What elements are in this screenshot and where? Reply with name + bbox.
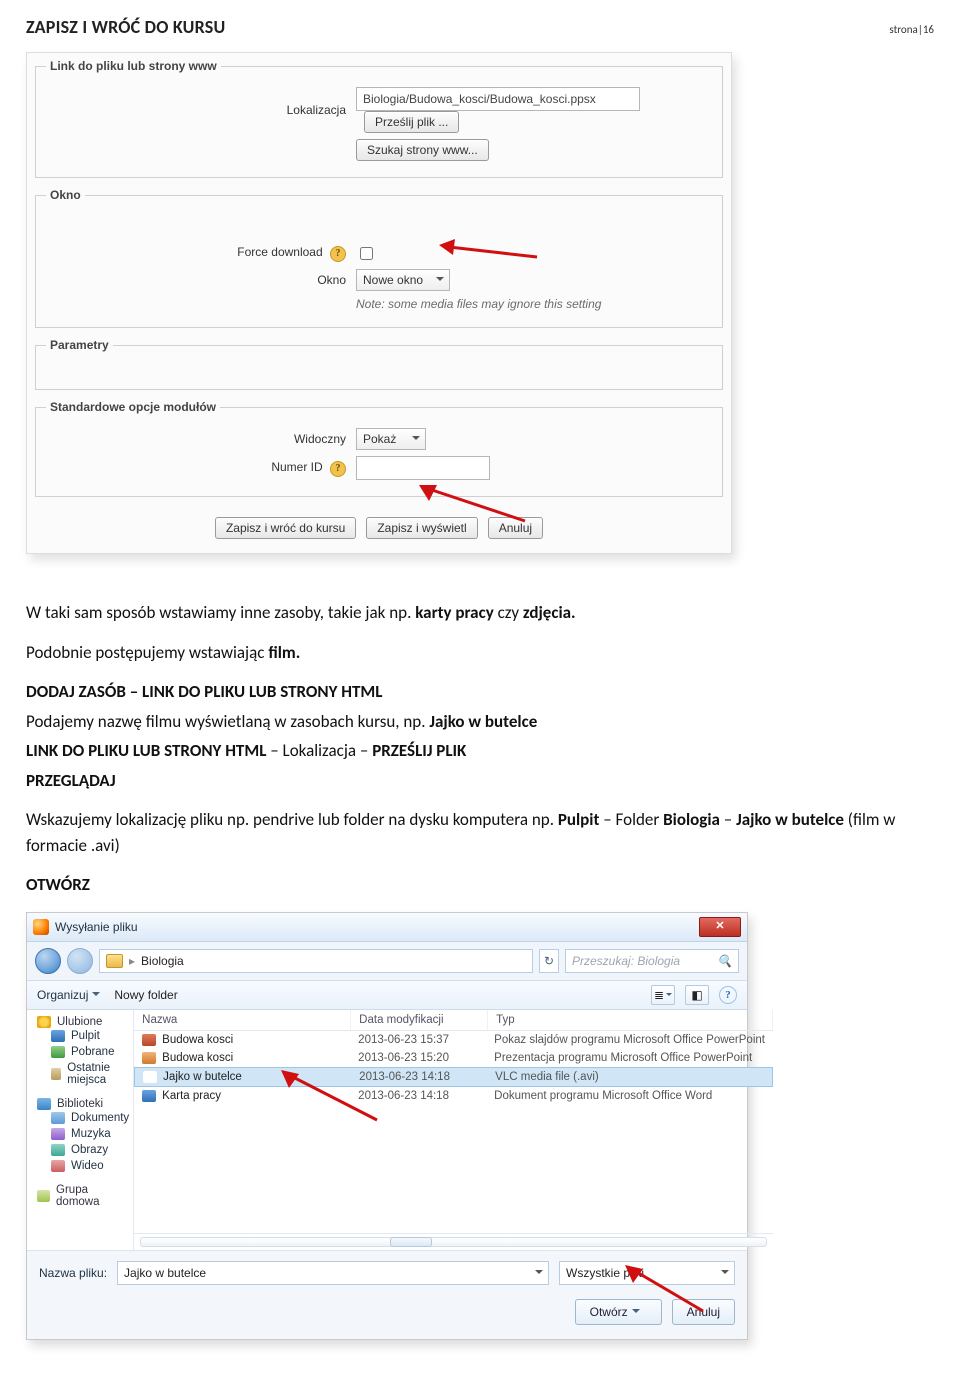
documents-icon	[51, 1112, 65, 1124]
location-input[interactable]	[356, 87, 640, 111]
new-folder-button[interactable]: Nowy folder	[114, 988, 177, 1002]
dialog-cancel-button[interactable]: Anuluj	[672, 1299, 735, 1325]
section-window: Okno Force download ? Okno Nowe okno Not…	[35, 188, 723, 328]
filename-combo[interactable]: Jajko w butelce	[117, 1261, 549, 1285]
sidebar-item-downloads[interactable]: Pobrane	[37, 1044, 129, 1060]
file-list: Nazwa Data modyfikacji Typ Budowa kosci2…	[134, 1010, 773, 1250]
page-title: ZAPISZ I WRÓĆ DO KURSU	[26, 16, 225, 38]
sidebar-item-images[interactable]: Obrazy	[37, 1142, 129, 1158]
search-icon: 🔍	[717, 954, 732, 968]
file-row[interactable]: Budowa kosci2013-06-23 15:37Pokaz slajdó…	[134, 1031, 773, 1049]
moodle-form-screenshot: Link do pliku lub strony www Lokalizacja…	[26, 52, 732, 554]
sidebar-item-video[interactable]: Wideo	[37, 1158, 129, 1174]
file-row[interactable]: Budowa kosci2013-06-23 15:20Prezentacja …	[134, 1049, 773, 1067]
sidebar-item-music[interactable]: Muzyka	[37, 1126, 129, 1142]
idnumber-input[interactable]	[356, 456, 490, 480]
upload-file-button[interactable]: Prześlij plik ...	[364, 111, 459, 133]
section-standard-legend: Standardowe opcje modułów	[46, 400, 220, 414]
sidebar-item-desktop[interactable]: Pulpit	[37, 1028, 129, 1044]
recent-icon	[51, 1068, 61, 1080]
window-note: Note: some media files may ignore this s…	[356, 297, 712, 311]
breadcrumb-folder: Biologia	[141, 954, 184, 968]
close-button[interactable]: ✕	[699, 917, 741, 937]
filetype-filter[interactable]: Wszystkie pliki	[559, 1261, 735, 1285]
sidebar-favorites[interactable]: Ulubione	[37, 1016, 129, 1028]
search-input[interactable]: Przeszukaj: Biologia 🔍	[565, 949, 739, 973]
star-icon	[37, 1016, 51, 1028]
help-icon[interactable]: ?	[719, 986, 737, 1004]
horizontal-scrollbar[interactable]	[134, 1233, 773, 1250]
open-button[interactable]: Otwórz	[575, 1299, 662, 1325]
force-download-checkbox[interactable]	[360, 247, 373, 260]
sidebar-item-documents[interactable]: Dokumenty	[37, 1110, 129, 1126]
filename-label: Nazwa pliku:	[39, 1266, 107, 1280]
save-return-button[interactable]: Zapisz i wróć do kursu	[215, 517, 356, 539]
section-link: Link do pliku lub strony www Lokalizacja…	[35, 59, 723, 178]
file-row[interactable]: Karta pracy2013-06-23 14:18Dokument prog…	[134, 1087, 773, 1105]
file-dialog-screenshot: Wysyłanie pliku ✕ ▸ Biologia ↻ Przeszuka…	[26, 912, 748, 1340]
window-label: Okno	[46, 273, 356, 287]
folder-icon	[106, 954, 123, 968]
file-list-header[interactable]: Nazwa Data modyfikacji Typ	[134, 1010, 773, 1031]
section-standard-options: Standardowe opcje modułów Widoczny Pokaż…	[35, 400, 723, 497]
sidebar-homegroup[interactable]: Grupa domowa	[37, 1184, 129, 1208]
video-icon	[51, 1160, 65, 1172]
view-mode-button[interactable]: ≣	[651, 985, 675, 1005]
instruction-text: W taki sam sposób wstawiamy inne zasoby,…	[26, 600, 934, 898]
images-icon	[51, 1144, 65, 1156]
sidebar-item-recent[interactable]: Ostatnie miejsca	[37, 1060, 129, 1088]
organize-menu[interactable]: Organizuj	[37, 988, 100, 1002]
music-icon	[51, 1128, 65, 1140]
desktop-icon	[51, 1030, 65, 1042]
help-icon[interactable]: ?	[330, 246, 346, 262]
section-parameters-legend: Parametry	[46, 338, 113, 352]
column-type: Typ	[488, 1010, 773, 1030]
preview-pane-button[interactable]: ◧	[685, 985, 709, 1005]
idnumber-label: Numer ID	[271, 460, 322, 474]
save-display-button[interactable]: Zapisz i wyświetl	[366, 517, 477, 539]
sidebar-libraries[interactable]: Biblioteki	[37, 1098, 129, 1110]
visible-label: Widoczny	[46, 432, 356, 446]
firefox-icon	[33, 919, 49, 935]
breadcrumb[interactable]: ▸ Biologia	[99, 949, 533, 973]
force-download-label: Force download	[237, 245, 322, 259]
dialog-title: Wysyłanie pliku	[55, 920, 699, 934]
chevron-down-icon	[632, 1309, 640, 1317]
section-link-legend: Link do pliku lub strony www	[46, 59, 221, 73]
nav-forward-button[interactable]	[67, 948, 93, 974]
location-label: Lokalizacja	[46, 103, 356, 117]
column-date: Data modyfikacji	[351, 1010, 488, 1030]
section-parameters: Parametry	[35, 338, 723, 390]
page-number: strona|16	[889, 23, 934, 36]
window-select[interactable]: Nowe okno	[356, 269, 450, 291]
cancel-button[interactable]: Anuluj	[488, 517, 543, 539]
section-window-legend: Okno	[46, 188, 85, 202]
file-icon	[142, 1052, 156, 1064]
file-icon	[142, 1034, 156, 1046]
help-icon[interactable]: ?	[330, 461, 346, 477]
downloads-icon	[51, 1046, 65, 1058]
visible-select[interactable]: Pokaż	[356, 428, 426, 450]
file-row[interactable]: Jajko w butelce2013-06-23 14:18VLC media…	[134, 1067, 773, 1087]
search-www-button[interactable]: Szukaj strony www...	[356, 139, 489, 161]
nav-back-button[interactable]	[35, 948, 61, 974]
file-icon	[143, 1071, 157, 1083]
refresh-button[interactable]: ↻	[539, 949, 559, 973]
column-name: Nazwa	[134, 1010, 351, 1030]
file-icon	[142, 1090, 156, 1102]
sidebar: Ulubione Pulpit Pobrane Ostatnie miejsca…	[27, 1010, 134, 1250]
library-icon	[37, 1098, 51, 1110]
homegroup-icon	[37, 1190, 50, 1202]
chevron-right-icon: ▸	[129, 954, 135, 968]
